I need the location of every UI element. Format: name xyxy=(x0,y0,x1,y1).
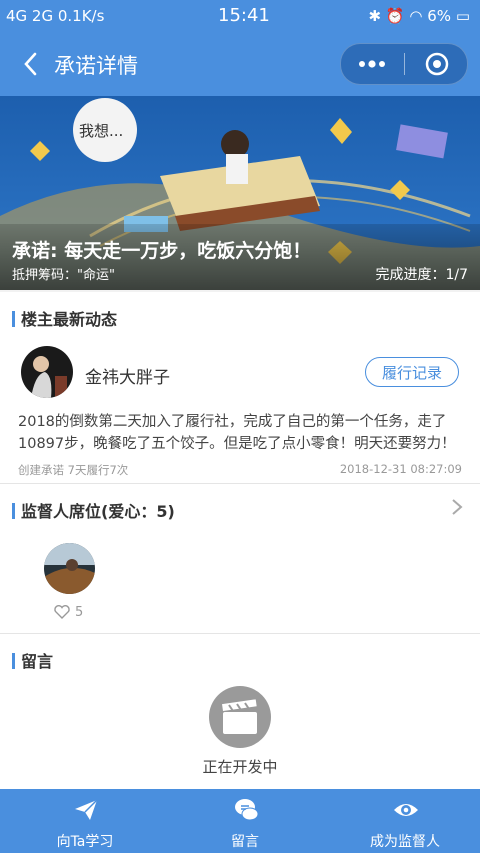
heading-bar xyxy=(12,503,15,519)
supervisor-avatar-image xyxy=(44,543,95,594)
heart-icon[interactable] xyxy=(53,604,71,620)
chat-bubbles-icon xyxy=(235,799,259,821)
tab-messages[interactable]: 留言 xyxy=(165,789,325,853)
status-bar: 4G 2G 0.1K/s 15:41 ✱ ⏰ ◠ 6% ▭ xyxy=(0,0,480,32)
battery-level: ✱ ⏰ ◠ 6% ▭ xyxy=(369,7,470,25)
more-dots-icon[interactable] xyxy=(341,44,404,84)
tab-become-supervisor-label: 成为监督人 xyxy=(370,834,440,850)
latest-heading: 楼主最新动态 xyxy=(12,306,117,330)
messages-heading: 留言 xyxy=(12,648,53,672)
battery-text: 6% xyxy=(427,7,452,25)
wifi-icon: ◠ xyxy=(409,7,423,25)
bet-text: 抵押筹码："命运" xyxy=(12,268,115,283)
bubble-text: 我想... xyxy=(79,122,124,140)
miniprogram-capsule xyxy=(340,43,468,85)
supervisors-heading-text: 监督人席位(爱心：5) xyxy=(21,502,175,521)
tab-messages-label: 留言 xyxy=(231,834,259,850)
battery-icon: ▭ xyxy=(455,7,470,25)
paper-plane-icon xyxy=(75,799,98,820)
commitment-title: 承诺: 每天走一万步，吃饭六分饱！ xyxy=(12,240,312,262)
post-time: 2018-12-31 08:27:09 xyxy=(339,462,462,476)
tab-learn-label: 向Ta学习 xyxy=(56,834,114,850)
alarm-icon: ⏰ xyxy=(385,7,405,25)
owner-avatar[interactable] xyxy=(21,346,73,398)
heading-bar xyxy=(12,653,15,669)
status-time: 15:41 xyxy=(218,5,270,26)
like-count: 5 xyxy=(75,605,84,620)
bottom-tab-bar: 向Ta学习 留言 成为监督人 xyxy=(0,789,480,853)
post-text: 2018的倒数第二天加入了履行社，完成了自己的第一个任务，走了10897步，晚餐… xyxy=(18,414,456,452)
clapperboard-icon xyxy=(222,699,257,734)
supervisors-heading[interactable]: 监督人席位(爱心：5) xyxy=(12,498,175,522)
navigation-bar: 承诺详情 xyxy=(0,32,480,96)
owner-avatar-image xyxy=(21,346,73,398)
in-development-text: 正在开发中 xyxy=(202,758,278,776)
close-target-icon[interactable] xyxy=(405,44,467,84)
heading-bar xyxy=(12,311,15,327)
tab-become-supervisor[interactable]: 成为监督人 xyxy=(325,789,480,853)
bluetooth-icon: ✱ xyxy=(368,7,382,25)
back-arrow-icon[interactable] xyxy=(18,50,46,78)
owner-name[interactable]: 金祎大胖子 xyxy=(85,363,170,388)
in-development-icon xyxy=(209,686,271,748)
progress-text: 完成进度：1/7 xyxy=(375,267,468,283)
commitment-banner: 我想... 承诺: 每天走一万步，吃饭六分饱！ 抵押筹码："命运" 完成进度：1… xyxy=(0,96,480,290)
record-button[interactable]: 履行记录 xyxy=(365,357,459,387)
supervisor-avatar[interactable] xyxy=(44,543,95,594)
eye-icon xyxy=(394,804,418,816)
tab-learn[interactable]: 向Ta学习 xyxy=(5,789,165,853)
page-title: 承诺详情 xyxy=(54,54,138,78)
chevron-right-icon[interactable] xyxy=(450,497,464,517)
network-status: 4G 2G 0.1K/s xyxy=(6,7,105,25)
messages-heading-text: 留言 xyxy=(21,652,54,671)
latest-heading-text: 楼主最新动态 xyxy=(21,310,118,329)
post-meta: 创建承诺 7天履行7次 xyxy=(18,463,129,477)
